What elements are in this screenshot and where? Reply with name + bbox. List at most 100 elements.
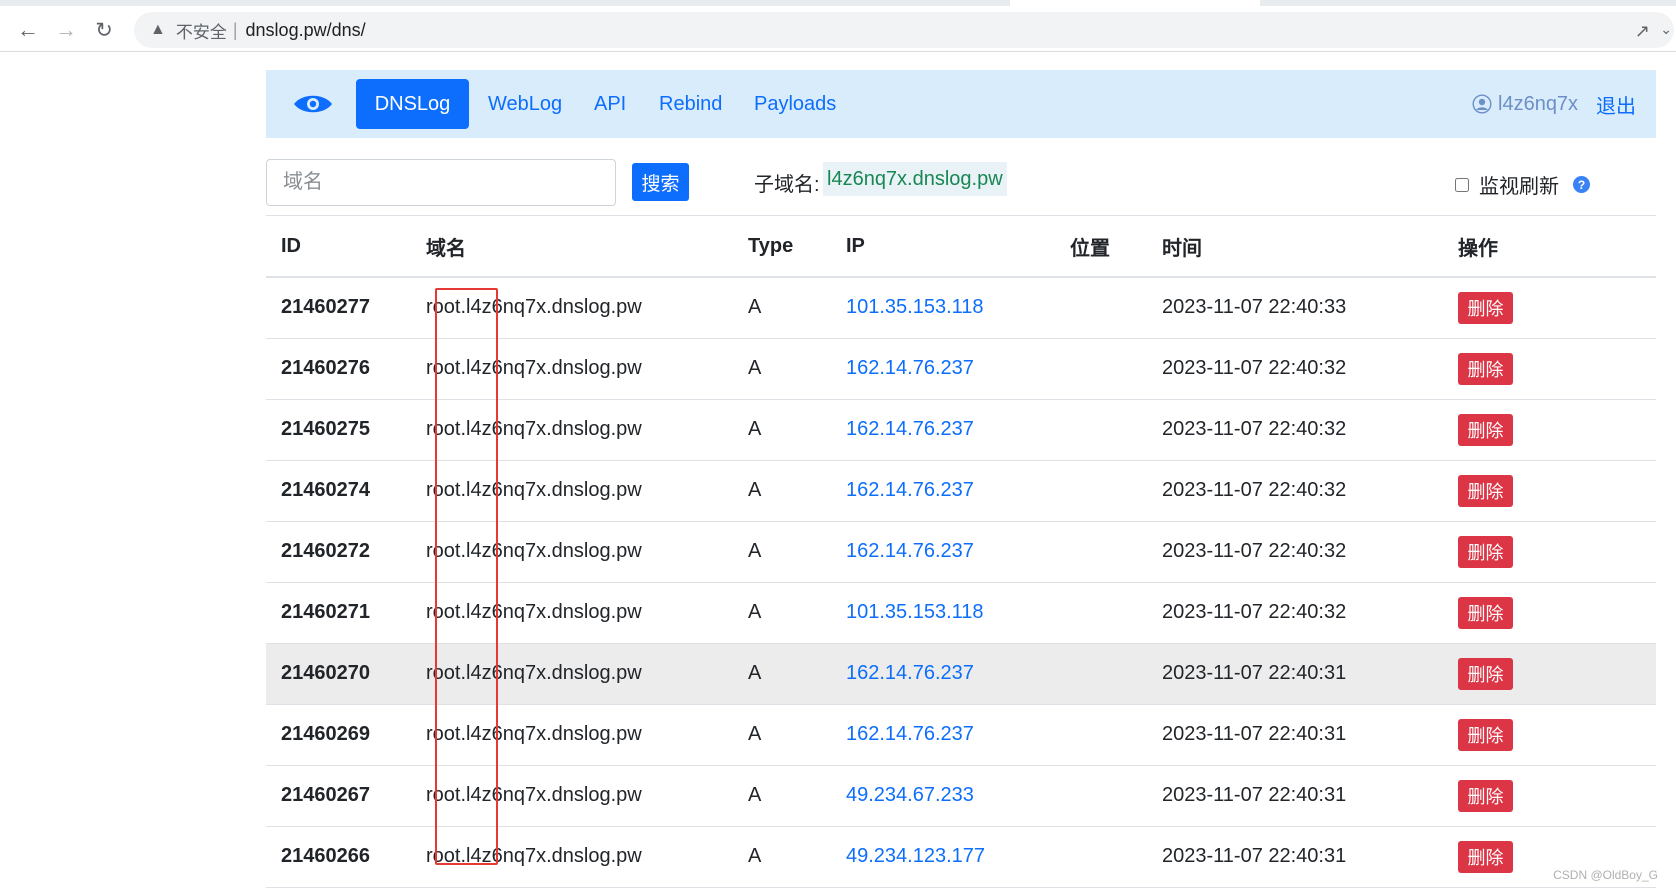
row-time: 2023-11-07 22:40:31 [1162, 765, 1458, 827]
row-time: 2023-11-07 22:40:32 [1162, 521, 1458, 583]
row-time: 2023-11-07 22:40:31 [1162, 643, 1458, 705]
row-type: A [748, 826, 846, 888]
row-time: 2023-11-07 22:40:32 [1162, 338, 1458, 400]
back-button[interactable]: ← [14, 16, 42, 44]
row-actions: 删除 [1458, 765, 1656, 827]
address-separator: | [232, 19, 238, 40]
header-actions: 操作 [1458, 216, 1656, 278]
ip-link[interactable]: 162.14.76.237 [846, 357, 974, 379]
arrow-right-icon: → [55, 17, 77, 42]
ip-link[interactable]: 162.14.76.237 [846, 479, 974, 501]
ip-link[interactable]: 49.234.67.233 [846, 784, 974, 806]
row-location [1070, 765, 1162, 827]
row-domain: root.l4z6nq7x.dnslog.pw [426, 826, 748, 888]
row-domain: root.l4z6nq7x.dnslog.pw [426, 582, 748, 644]
nav-item-api[interactable]: API [594, 70, 626, 138]
ip-link[interactable]: 101.35.153.118 [846, 601, 984, 623]
watermark: CSDN @OldBoy_G [1553, 868, 1658, 882]
url-text[interactable]: dnslog.pw/dns/ [246, 20, 366, 41]
row-time: 2023-11-07 22:40:31 [1162, 704, 1458, 766]
delete-button[interactable]: 删除 [1458, 657, 1513, 690]
row-ip: 162.14.76.237 [846, 338, 1070, 400]
user-menu[interactable]: l4z6nq7x [1472, 70, 1578, 138]
row-location [1070, 399, 1162, 461]
header-id: ID [266, 216, 426, 278]
domain-search-input[interactable] [266, 159, 616, 206]
nav-item-rebind[interactable]: Rebind [659, 70, 722, 138]
username: l4z6nq7x [1498, 92, 1579, 115]
row-location [1070, 582, 1162, 644]
row-actions: 删除 [1458, 704, 1656, 766]
delete-button[interactable]: 删除 [1458, 535, 1513, 568]
forward-button[interactable]: → [52, 16, 80, 44]
row-domain: root.l4z6nq7x.dnslog.pw [426, 765, 748, 827]
row-id: 21460267 [266, 765, 426, 827]
delete-button[interactable]: 删除 [1458, 291, 1513, 324]
delete-button[interactable]: 删除 [1458, 779, 1513, 812]
reload-button[interactable]: ↻ [90, 16, 118, 44]
row-domain: root.l4z6nq7x.dnslog.pw [426, 277, 748, 339]
table-row: 21460275 root.l4z6nq7x.dnslog.pw A 162.1… [266, 399, 1656, 461]
delete-button[interactable]: 删除 [1458, 718, 1513, 751]
ip-link[interactable]: 162.14.76.237 [846, 418, 974, 440]
chevron-down-icon[interactable]: ⌄ [1660, 21, 1672, 38]
address-bar[interactable]: ▲ 不安全 | dnslog.pw/dns/ ↗ ⌄ [134, 12, 1674, 48]
table-row: 21460267 root.l4z6nq7x.dnslog.pw A 49.23… [266, 765, 1656, 827]
delete-button[interactable]: 删除 [1458, 474, 1513, 507]
row-domain: root.l4z6nq7x.dnslog.pw [426, 399, 748, 461]
row-ip: 101.35.153.118 [846, 277, 1070, 339]
dns-log-table: ID 域名 Type IP 位置 时间 操作 21460277 root.l4z… [266, 215, 1656, 888]
delete-button[interactable]: 删除 [1458, 840, 1513, 873]
warning-icon[interactable]: ▲ [150, 21, 166, 39]
ip-link[interactable]: 162.14.76.237 [846, 723, 974, 745]
delete-button[interactable]: 删除 [1458, 596, 1513, 629]
share-icon[interactable]: ↗ [1635, 21, 1650, 42]
delete-button[interactable]: 删除 [1458, 413, 1513, 446]
security-status[interactable]: 不安全 [176, 18, 227, 43]
ip-link[interactable]: 49.234.123.177 [846, 845, 985, 867]
row-time: 2023-11-07 22:40:32 [1162, 460, 1458, 522]
table-header-row: ID 域名 Type IP 位置 时间 操作 [266, 216, 1656, 278]
nav-item-weblog[interactable]: WebLog [488, 70, 562, 138]
row-type: A [748, 338, 846, 400]
table-row: 21460277 root.l4z6nq7x.dnslog.pw A 101.3… [266, 277, 1656, 339]
row-domain: root.l4z6nq7x.dnslog.pw [426, 521, 748, 583]
table-row: 21460266 root.l4z6nq7x.dnslog.pw A 49.23… [266, 826, 1656, 888]
row-ip: 162.14.76.237 [846, 521, 1070, 583]
row-ip: 162.14.76.237 [846, 399, 1070, 461]
top-navbar: DNSLog WebLog API Rebind Payloads l4z6nq… [266, 70, 1656, 138]
row-domain: root.l4z6nq7x.dnslog.pw [426, 704, 748, 766]
row-actions: 删除 [1458, 521, 1656, 583]
help-icon[interactable]: ? [1573, 176, 1590, 193]
header-time: 时间 [1162, 216, 1458, 278]
header-domain: 域名 [426, 216, 748, 278]
row-id: 21460276 [266, 338, 426, 400]
search-button[interactable]: 搜索 [632, 163, 689, 201]
row-domain: root.l4z6nq7x.dnslog.pw [426, 643, 748, 705]
row-location [1070, 643, 1162, 705]
row-actions: 删除 [1458, 582, 1656, 644]
row-actions: 删除 [1458, 460, 1656, 522]
nav-item-payloads[interactable]: Payloads [754, 70, 836, 138]
arrow-left-icon: ← [17, 17, 39, 42]
row-type: A [748, 643, 846, 705]
reload-icon: ↻ [95, 18, 113, 42]
header-type: Type [748, 216, 846, 278]
eye-icon[interactable] [292, 92, 334, 116]
row-location [1070, 521, 1162, 583]
logout-link[interactable]: 退出 [1596, 70, 1636, 138]
row-time: 2023-11-07 22:40:33 [1162, 277, 1458, 339]
row-ip: 49.234.123.177 [846, 826, 1070, 888]
monitor-refresh-checkbox[interactable] [1455, 177, 1469, 192]
ip-link[interactable]: 101.35.153.118 [846, 296, 984, 318]
nav-item-dnslog[interactable]: DNSLog [356, 79, 469, 129]
ip-link[interactable]: 162.14.76.237 [846, 540, 974, 562]
row-id: 21460266 [266, 826, 426, 888]
table-row: 21460271 root.l4z6nq7x.dnslog.pw A 101.3… [266, 582, 1656, 644]
subdomain-value[interactable]: l4z6nq7x.dnslog.pw [823, 162, 1007, 196]
delete-button[interactable]: 删除 [1458, 352, 1513, 385]
subdomain-label: 子域名: [754, 174, 820, 196]
monitor-refresh-toggle[interactable]: 监视刷新 [1455, 170, 1559, 199]
row-id: 21460271 [266, 582, 426, 644]
ip-link[interactable]: 162.14.76.237 [846, 662, 974, 684]
